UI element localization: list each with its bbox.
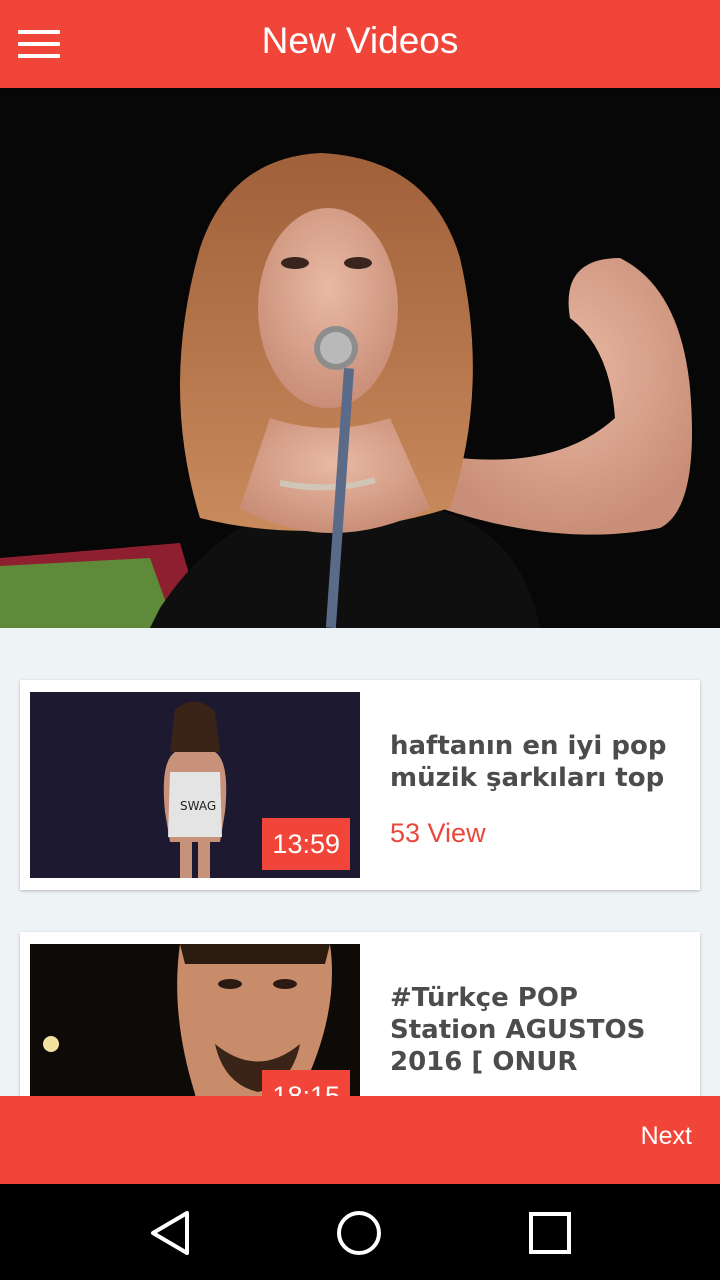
video-thumbnail[interactable]: SWAG 13:59 [30, 692, 360, 878]
recents-square-icon[interactable] [525, 1208, 575, 1258]
video-duration-badge: 13:59 [262, 818, 350, 870]
app-bar: New Videos [0, 0, 720, 88]
video-title[interactable]: haftanın en iyi pop müzik şarkıları top [390, 730, 680, 794]
pagination-bar: Next [0, 1096, 720, 1184]
singer-photo [0, 88, 720, 628]
video-view-count: 53 View [390, 818, 486, 848]
home-circle-icon[interactable] [334, 1208, 384, 1258]
featured-video-image[interactable] [0, 88, 720, 628]
next-button[interactable]: Next [641, 1122, 692, 1151]
video-card[interactable]: SWAG 13:59 haftanın en iyi pop müzik şar… [20, 680, 700, 890]
video-title[interactable]: #Türkçe POP Station AGUSTOS 2016 [ ONUR [390, 982, 680, 1078]
video-duration-badge: 18:15 [262, 1070, 350, 1096]
video-list[interactable]: SWAG 13:59 haftanın en iyi pop müzik şar… [0, 628, 720, 1096]
svg-text:SWAG: SWAG [180, 799, 216, 813]
video-thumbnail[interactable]: 18:15 [30, 944, 360, 1096]
video-card[interactable]: 18:15 #Türkçe POP Station AGUSTOS 2016 [… [20, 932, 700, 1096]
back-triangle-icon[interactable] [145, 1208, 195, 1258]
system-navigation-bar [0, 1184, 720, 1280]
page-title: New Videos [261, 20, 459, 61]
